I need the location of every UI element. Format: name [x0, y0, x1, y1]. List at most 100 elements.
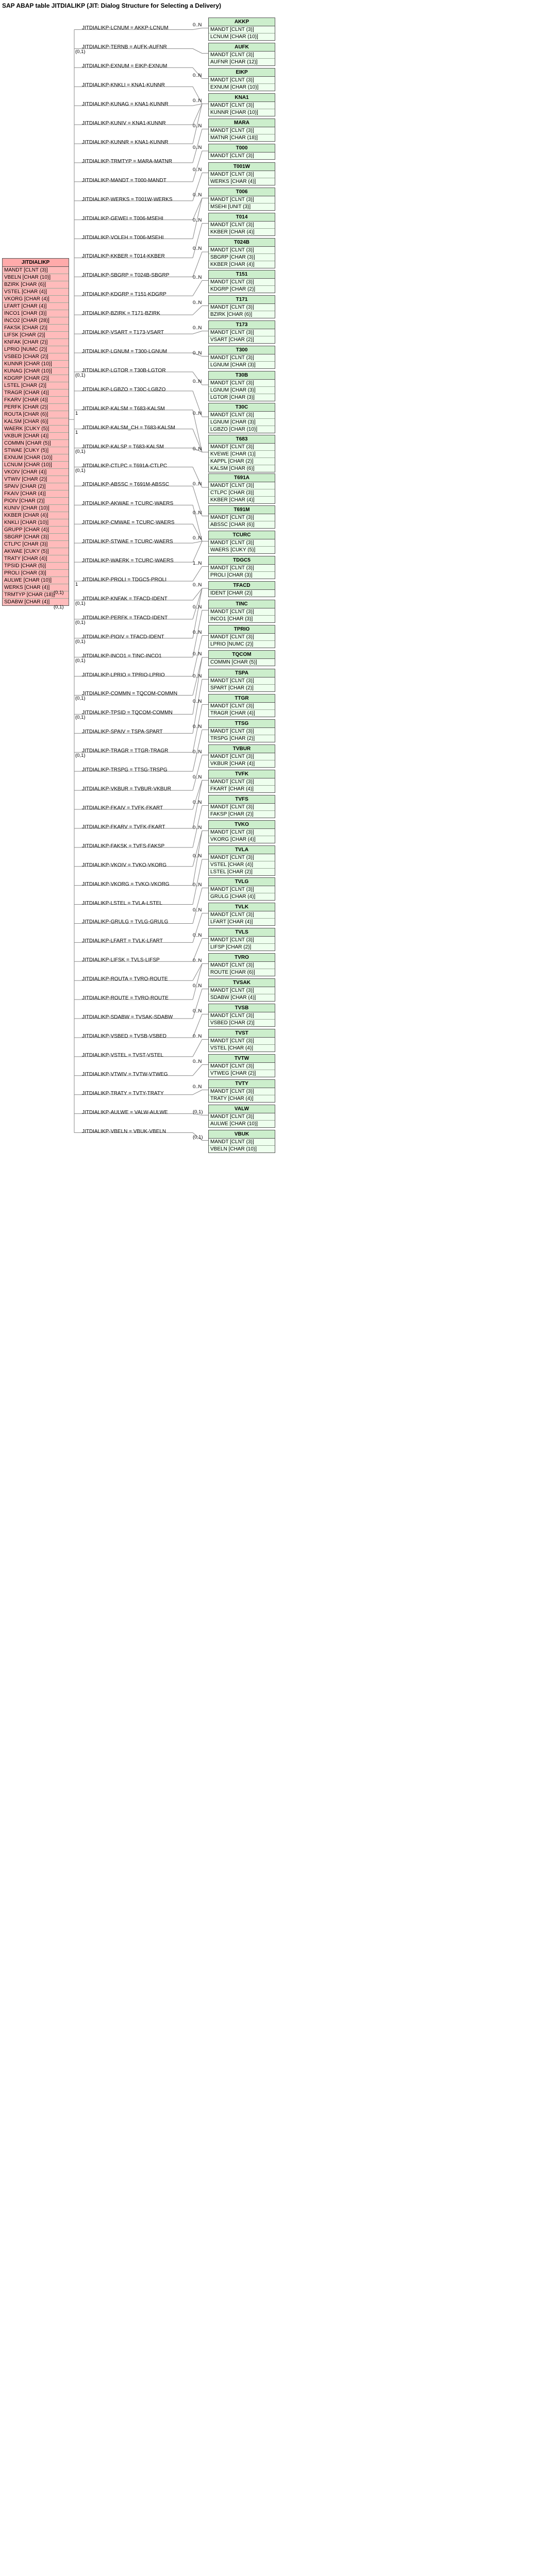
relation-label: JITDIALIKP-TRMTYP = MARA-MATNR: [82, 159, 172, 164]
relation-label: JITDIALIKP-FKAIV = TVFK-FKART: [82, 805, 163, 811]
relation-label: JITDIALIKP-VTWIV = TVTW-VTWEG: [82, 1072, 168, 1077]
table-header: TVKO: [209, 821, 275, 829]
table-header: TPRIO: [209, 625, 275, 634]
table-field: AKWAE [CUKY (5)]: [3, 548, 69, 555]
table-field: MANDT [CLNT (3)]: [209, 565, 275, 572]
table-field: MANDT [CLNT (3)]: [209, 703, 275, 710]
table-header: TDGC5: [209, 556, 275, 565]
relation-label: JITDIALIKP-EXNUM = EIKP-EXNUM: [82, 63, 167, 69]
table-header: TVLS: [209, 928, 275, 937]
table-field: KUNIV [CHAR (10)]: [3, 505, 69, 512]
cardinality-right: 0..N: [193, 958, 202, 963]
table-field: KAPPL [CHAR (2)]: [209, 458, 275, 465]
table-field: MANDT [CLNT (3)]: [209, 412, 275, 419]
table-box-t30b: T30BMANDT [CLNT (3)]LGNUM [CHAR (3)]LGTO…: [208, 371, 275, 401]
cardinality-left: (0,1): [75, 753, 86, 758]
cardinality-right: 0..N: [193, 853, 202, 859]
table-header: AKKP: [209, 18, 275, 26]
table-box-mara: MARAMANDT [CLNT (3)]MATNR [CHAR (18)]: [208, 118, 275, 142]
page-title: SAP ABAP table JITDIALIKP (JIT: Dialog S…: [2, 2, 549, 9]
table-field: MANDT [CLNT (3)]: [209, 1012, 275, 1020]
table-field: MANDT [CLNT (3)]: [209, 279, 275, 286]
table-box-root: JITDIALIKPMANDT [CLNT (3)]VBELN [CHAR (1…: [2, 258, 69, 606]
table-box-t024b: T024BMANDT [CLNT (3)]SBGRP [CHAR (3)]KKB…: [208, 238, 275, 268]
table-field: MANDT [CLNT (3)]: [209, 444, 275, 451]
table-header: TVLA: [209, 846, 275, 854]
table-field: MSEHI [UNIT (3)]: [209, 204, 275, 210]
relation-label: JITDIALIKP-KALSM_CH = T683-KALSM: [82, 425, 175, 431]
table-header: T000: [209, 144, 275, 152]
relation-label: JITDIALIKP-FKARV = TVFK-FKART: [82, 824, 165, 830]
table-box-t000: T000MANDT [CLNT (3)]: [208, 144, 275, 160]
relation-label: JITDIALIKP-KNFAK = TFACD-IDENT: [82, 596, 168, 602]
relation-label: JITDIALIKP-VSBED = TVSB-VSBED: [82, 1033, 166, 1039]
table-field: TRAGR [CHAR (4)]: [3, 389, 69, 397]
cardinality-right: 0..N: [193, 535, 202, 541]
cardinality-right: 0..N: [193, 481, 202, 487]
table-box-t683: T683MANDT [CLNT (3)]KVEWE [CHAR (1)]KAPP…: [208, 435, 275, 472]
table-box-tvty: TVTYMANDT [CLNT (3)]TRATY [CHAR (4)]: [208, 1079, 275, 1103]
table-header: TINC: [209, 600, 275, 608]
cardinality-left: (0,1): [75, 372, 86, 378]
table-header: VALW: [209, 1105, 275, 1113]
table-field: MANDT [CLNT (3)]: [209, 677, 275, 685]
table-field: KALSM [CHAR (6)]: [209, 465, 275, 472]
table-field: MANDT [CLNT (3)]: [209, 52, 275, 59]
table-box-akkp: AKKPMANDT [CLNT (3)]LCNUM [CHAR (10)]: [208, 18, 275, 41]
table-field: COMMN [CHAR (5)]: [209, 659, 275, 666]
table-field: KVEWE [CHAR (1)]: [209, 451, 275, 458]
cardinality-right: (0,1): [193, 1109, 203, 1115]
table-field: VKORG [CHAR (4)]: [209, 836, 275, 843]
table-field: LIFSK [CHAR (2)]: [3, 332, 69, 339]
cardinality-left: (0,1): [75, 601, 86, 606]
relation-label: JITDIALIKP-KALSP = T683-KALSM: [82, 444, 164, 450]
table-field: LGBZO [CHAR (10)]: [209, 426, 275, 433]
cardinality-right: 0..N: [193, 73, 202, 78]
relation-label: JITDIALIKP-SDABW = TVSAK-SDABW: [82, 1014, 173, 1020]
cardinality-left: (0,1): [75, 468, 86, 473]
table-header: TFACD: [209, 582, 275, 590]
relation-label: JITDIALIKP-ROUTE = TVRO-ROUTE: [82, 995, 169, 1001]
relation-label: JITDIALIKP-COMMN = TQCOM-COMMN: [82, 691, 177, 697]
cardinality-right: 0..N: [193, 604, 202, 610]
cardinality-left: (0,1): [75, 696, 86, 701]
table-field: LFART [CHAR (4)]: [3, 303, 69, 310]
table-box-tvlk: TVLKMANDT [CLNT (3)]LFART [CHAR (4)]: [208, 903, 275, 926]
table-header: T691A: [209, 474, 275, 482]
relation-label: JITDIALIKP-STWAE = TCURC-WAERS: [82, 539, 173, 545]
table-field: VKBUR [CHAR (4)]: [209, 760, 275, 767]
table-box-tvbur: TVBURMANDT [CLNT (3)]VKBUR [CHAR (4)]: [208, 744, 275, 768]
table-field: BZIRK [CHAR (6)]: [3, 281, 69, 289]
table-field: IDENT [CHAR (2)]: [209, 590, 275, 597]
table-header: TSPA: [209, 669, 275, 677]
relation-label: JITDIALIKP-KALSM = T683-KALSM: [82, 406, 165, 412]
cardinality-left: 1: [75, 411, 78, 416]
relation-label: JITDIALIKP-LGBZO = T30C-LGBZO: [82, 387, 165, 393]
table-field: EXNUM [CHAR (10)]: [209, 84, 275, 91]
table-field: SPAIV [CHAR (2)]: [3, 483, 69, 490]
table-header: TVLG: [209, 878, 275, 886]
table-header: TVSB: [209, 1004, 275, 1012]
table-field: LCNUM [CHAR (10)]: [209, 33, 275, 40]
table-header: T300: [209, 346, 275, 354]
table-field: MANDT [CLNT (3)]: [209, 911, 275, 919]
table-field: FKAIV [CHAR (4)]: [3, 490, 69, 498]
table-field: SPART [CHAR (2)]: [209, 685, 275, 691]
cardinality-right: 0..N: [193, 246, 202, 251]
table-box-t691m: T691MMANDT [CLNT (3)]ABSSC [CHAR (6)]: [208, 505, 275, 529]
table-field: KNFAK [CHAR (2)]: [3, 339, 69, 346]
table-header: TVST: [209, 1029, 275, 1038]
table-box-valw: VALWMANDT [CLNT (3)]AULWE [CHAR (10)]: [208, 1105, 275, 1128]
table-field: KKBER [CHAR (4)]: [209, 229, 275, 235]
table-field: MANDT [CLNT (3)]: [209, 77, 275, 84]
cardinality-left: (0,1): [75, 449, 86, 454]
table-header: MARA: [209, 119, 275, 127]
cardinality-right: 0..N: [193, 22, 202, 28]
table-field: ROUTE [CHAR (6)]: [209, 969, 275, 976]
table-field: MANDT [CLNT (3)]: [209, 829, 275, 836]
table-field: LGNUM [CHAR (3)]: [209, 419, 275, 426]
table-header: TVSAK: [209, 979, 275, 987]
table-field: KKBER [CHAR (4)]: [209, 261, 275, 268]
table-field: KALSM [CHAR (6)]: [3, 418, 69, 426]
cardinality-left: (0,1): [75, 620, 86, 625]
